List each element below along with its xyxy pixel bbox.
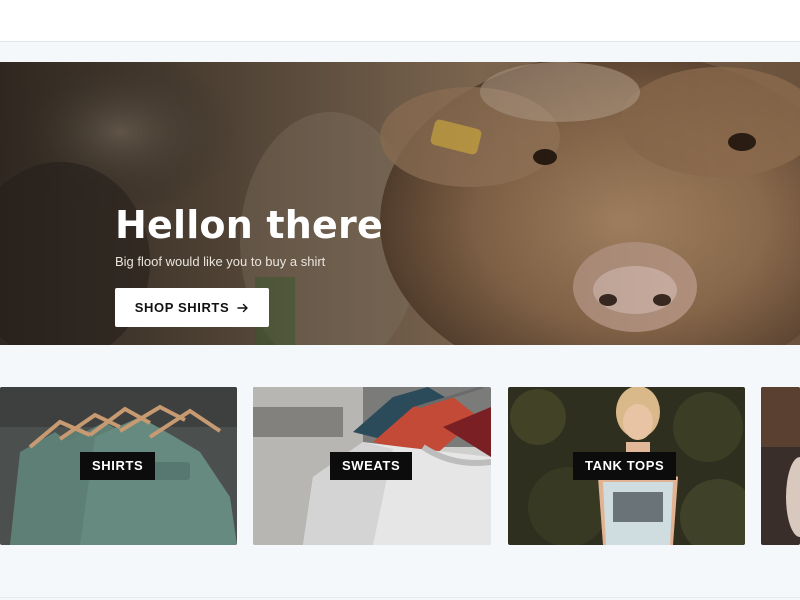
category-card-tank-tops[interactable]: TANK TOPS [508, 387, 745, 545]
site-header [0, 0, 800, 42]
category-card-shirts[interactable]: SHIRTS [0, 387, 237, 545]
hero-title: Hellon there [115, 203, 383, 247]
hero-subtitle: Big floof would like you to buy a shirt [115, 254, 326, 269]
partial-category-photo [761, 387, 800, 545]
category-card-partial[interactable] [761, 387, 800, 545]
arrow-right-icon [237, 303, 248, 312]
section-divider [0, 597, 800, 598]
category-label-shirts: SHIRTS [80, 452, 156, 480]
category-label-tank-tops: TANK TOPS [573, 452, 677, 480]
category-label-sweats: SWEATS [330, 452, 413, 480]
shop-shirts-button[interactable]: SHOP SHIRTS [115, 288, 269, 327]
hero-banner: Hellon there Big floof would like you to… [0, 62, 800, 345]
category-card-sweats[interactable]: SWEATS [253, 387, 491, 545]
shop-shirts-button-label: SHOP SHIRTS [134, 300, 230, 315]
